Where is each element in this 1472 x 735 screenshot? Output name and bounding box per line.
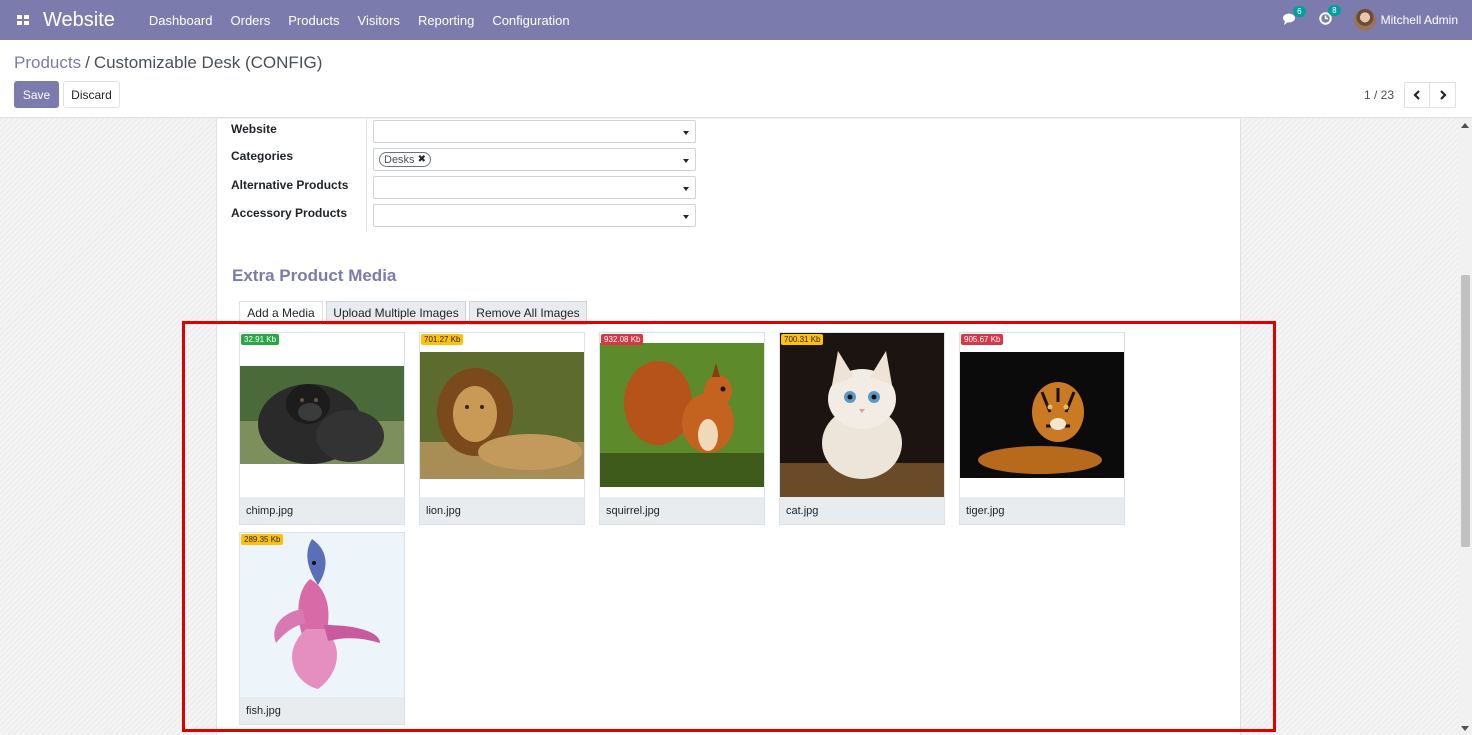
user-menu[interactable]: Mitchell Admin: [1353, 9, 1458, 31]
media-card[interactable]: 701.27 Kb lion.jpg: [419, 332, 585, 525]
app-name[interactable]: Website: [43, 9, 115, 32]
scroll-thumb[interactable]: [1461, 275, 1470, 547]
add-media-button[interactable]: Add a Media: [239, 301, 323, 325]
pager-previous-button[interactable]: [1404, 82, 1430, 108]
pager: 1 / 23: [1364, 82, 1456, 108]
size-badge: 905.67 Kb: [961, 334, 1004, 345]
remove-all-images-button[interactable]: Remove All Images: [469, 301, 587, 325]
messaging-menu[interactable]: 6: [1282, 5, 1306, 28]
apps-menu-icon[interactable]: [8, 15, 38, 25]
breadcrumb-current: Customizable Desk (CONFIG): [93, 53, 323, 72]
squirrel-image: [600, 343, 764, 487]
breadcrumb: Products / Customizable Desk (CONFIG): [14, 53, 322, 73]
remove-tag-icon[interactable]: ✖: [418, 154, 426, 165]
activity-count-badge: 8: [1328, 5, 1341, 16]
tiger-image: [960, 352, 1124, 478]
menu-item-reporting[interactable]: Reporting: [418, 13, 474, 28]
gorilla-image: [240, 366, 404, 464]
menu-item-orders[interactable]: Orders: [231, 13, 271, 28]
size-badge: 32.91 Kb: [241, 334, 280, 345]
menu-item-products[interactable]: Products: [288, 13, 339, 28]
pager-next-button[interactable]: [1430, 82, 1456, 108]
vertical-scrollbar[interactable]: [1458, 119, 1472, 735]
categories-field[interactable]: Desks ✖: [373, 148, 696, 171]
control-panel: Products / Customizable Desk (CONFIG) Save…: [0, 40, 1472, 118]
media-card[interactable]: 905.67 Kb tiger.jpg: [959, 332, 1125, 525]
media-filename: cat.jpg: [780, 497, 944, 524]
categories-label: Categories: [231, 149, 294, 163]
chat-count-badge: 6: [1293, 5, 1306, 17]
discard-button[interactable]: Discard: [63, 81, 120, 108]
menu-item-configuration[interactable]: Configuration: [492, 13, 569, 28]
betta-fish-image: [240, 533, 404, 697]
field-divider: [366, 119, 367, 232]
media-card[interactable]: 32.91 Kb chimp.jpg: [239, 332, 405, 525]
chevron-right-icon: [1439, 90, 1447, 100]
category-tag-label: Desks: [384, 153, 415, 166]
chevron-left-icon: [1413, 90, 1420, 100]
size-badge: 700.31 Kb: [781, 334, 824, 345]
caret-down-icon: [683, 131, 689, 135]
breadcrumb-separator: /: [85, 53, 90, 72]
website-label: Website: [231, 122, 277, 136]
accessory-products-label: Accessory Products: [231, 206, 348, 220]
main-menu: Dashboard Orders Products Visitors Repor…: [149, 13, 588, 28]
top-navbar: Website Dashboard Orders Products Visito…: [0, 0, 1472, 40]
alternative-products-field[interactable]: [373, 176, 696, 199]
media-filename: chimp.jpg: [240, 497, 404, 524]
size-badge: 932.08 Kb: [601, 334, 644, 345]
avatar: [1353, 9, 1376, 31]
media-card[interactable]: 289.35 Kb fish.jpg: [239, 532, 405, 725]
section-title: Extra Product Media: [232, 266, 397, 285]
save-button[interactable]: Save: [14, 81, 59, 108]
category-tag: Desks ✖: [379, 152, 431, 167]
caret-down-icon: [683, 159, 689, 163]
menu-item-visitors[interactable]: Visitors: [358, 13, 400, 28]
accessory-products-field[interactable]: [373, 204, 696, 227]
breadcrumb-products-link[interactable]: Products: [14, 53, 81, 72]
media-filename: tiger.jpg: [960, 497, 1124, 524]
alternative-products-label: Alternative Products: [231, 178, 349, 192]
media-filename: lion.jpg: [420, 497, 584, 524]
caret-down-icon: [683, 187, 689, 191]
pager-value[interactable]: 1 / 23: [1364, 88, 1394, 102]
size-badge: 701.27 Kb: [421, 334, 464, 345]
size-badge: 289.35 Kb: [241, 534, 284, 545]
menu-item-dashboard[interactable]: Dashboard: [149, 13, 213, 28]
media-filename: fish.jpg: [240, 697, 404, 724]
scroll-up-arrow-icon[interactable]: [1461, 123, 1469, 128]
lion-image: [420, 352, 584, 479]
website-field[interactable]: [373, 120, 696, 143]
scroll-down-arrow-icon[interactable]: [1461, 726, 1469, 731]
media-filename: squirrel.jpg: [600, 497, 764, 524]
activity-menu[interactable]: 8: [1318, 5, 1341, 28]
caret-down-icon: [683, 215, 689, 219]
media-card[interactable]: 700.31 Kb cat.jpg: [779, 332, 945, 525]
upload-multiple-images-button[interactable]: Upload Multiple Images: [326, 301, 466, 325]
media-card[interactable]: 932.08 Kb squirrel.jpg: [599, 332, 765, 525]
user-name: Mitchell Admin: [1380, 13, 1458, 27]
kitten-image: [780, 333, 944, 497]
